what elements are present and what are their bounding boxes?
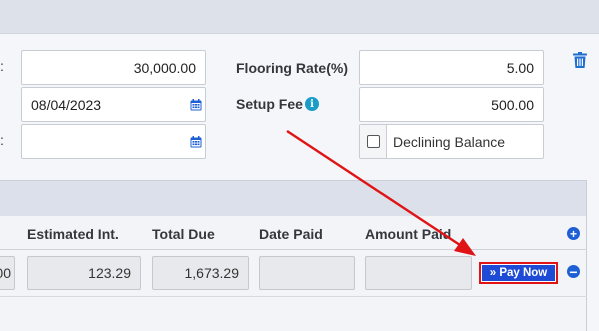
- column-header-amount-paid: Amount Paid: [365, 226, 452, 242]
- table-bottom-divider: [0, 296, 587, 297]
- table-header-divider: [0, 249, 587, 250]
- section-header-band: [0, 180, 587, 216]
- date-paid-field[interactable]: [259, 256, 355, 290]
- partial-cell-value: 00: [0, 265, 11, 281]
- pay-now-button[interactable]: » Pay Now: [482, 265, 555, 281]
- estimated-int-field: 123.29: [27, 256, 141, 290]
- setup-fee-value: 500.00: [491, 96, 534, 113]
- flooring-rate-field[interactable]: 5.00: [359, 50, 544, 85]
- amount-value: 30,000.00: [133, 59, 196, 76]
- column-header-total-due: Total Due: [152, 226, 215, 242]
- info-icon[interactable]: i: [305, 97, 319, 111]
- flooring-rate-label: Flooring Rate(%): [236, 60, 348, 76]
- total-due-value: 1,673.29: [184, 265, 240, 281]
- estimated-int-value: 123.29: [88, 265, 131, 281]
- amount-field[interactable]: 30,000.00: [21, 50, 206, 85]
- calendar-icon[interactable]: [190, 99, 202, 111]
- declining-balance-checkbox[interactable]: [366, 135, 380, 148]
- flooring-rate-value: 5.00: [506, 59, 534, 76]
- amount-paid-field[interactable]: [365, 256, 472, 290]
- trash-icon[interactable]: [573, 52, 587, 68]
- column-header-estimated-int: Estimated Int.: [27, 226, 119, 242]
- column-header-date-paid: Date Paid: [259, 226, 323, 242]
- amount-label-colon: :: [0, 58, 4, 74]
- top-header-bar: [0, 0, 599, 34]
- declining-balance-checkbox-cell[interactable]: [360, 125, 387, 158]
- setup-fee-field[interactable]: 500.00: [359, 87, 544, 122]
- setup-fee-label: Setup Fee: [236, 96, 303, 112]
- start-date-value: 08/04/2023: [31, 96, 102, 113]
- table-row-partial-cell: 00: [0, 256, 15, 290]
- remove-row-minus-circle-icon[interactable]: −: [567, 265, 580, 279]
- declining-balance-control[interactable]: Declining Balance: [359, 124, 544, 159]
- total-due-field: 1,673.29: [152, 256, 249, 290]
- calendar-icon[interactable]: [190, 136, 202, 148]
- pay-now-highlight: » Pay Now: [479, 262, 558, 284]
- start-date-field[interactable]: 08/04/2023: [21, 87, 206, 122]
- declining-balance-label: Declining Balance: [393, 133, 506, 150]
- second-date-field[interactable]: [21, 124, 206, 159]
- date-label-colon: :: [0, 132, 4, 148]
- add-row-plus-circle-icon[interactable]: +: [567, 227, 580, 240]
